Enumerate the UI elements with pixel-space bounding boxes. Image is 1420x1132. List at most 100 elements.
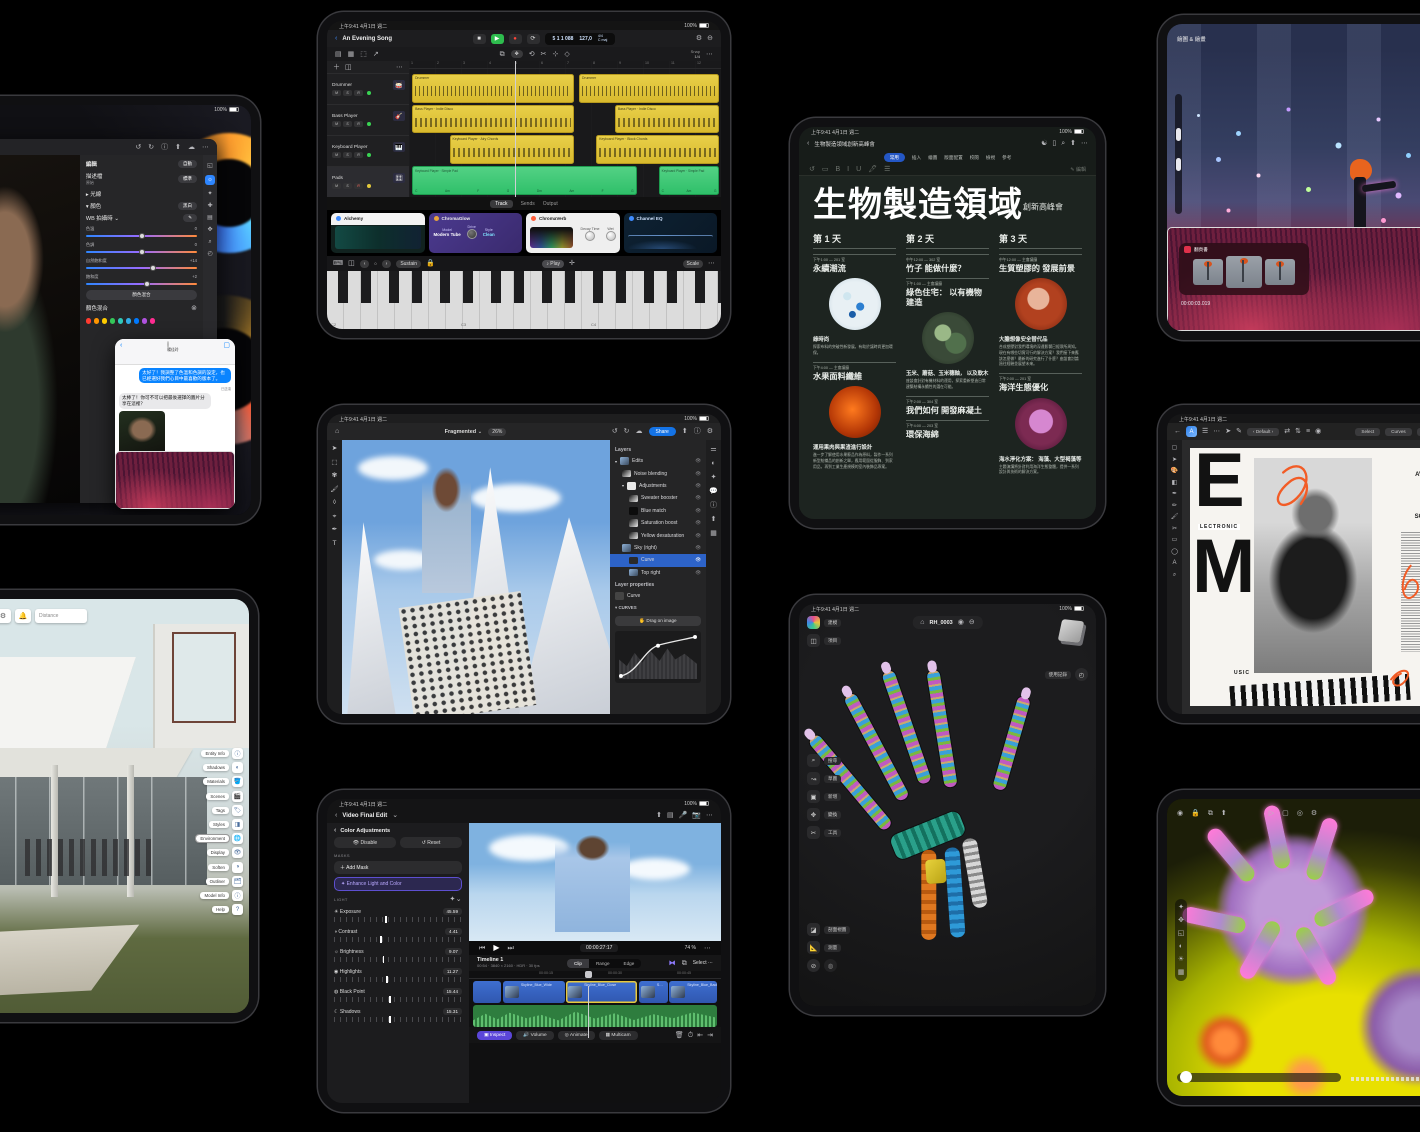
measure[interactable]: 📐測量	[807, 941, 850, 954]
tracks-view-icon[interactable]: ▤	[335, 51, 342, 58]
select-tool-icon[interactable]: ▢	[1172, 445, 1178, 451]
clip[interactable]: Skyline_Blue_Wide	[503, 981, 565, 1003]
crop-icon[interactable]: ◱	[1178, 930, 1185, 937]
eye-icon[interactable]: 👁	[695, 570, 701, 576]
color-section[interactable]: ▾ 顏色黑白	[86, 202, 197, 210]
copy-icon[interactable]: ⧉	[500, 51, 505, 58]
tab-references[interactable]: 參考	[1002, 155, 1011, 161]
multicam-button[interactable]: ▦ Multicam	[599, 1031, 638, 1040]
grid-icon[interactable]: ▦	[710, 530, 717, 537]
plugin-channeleq[interactable]: Channel EQ	[624, 213, 718, 253]
select-menu[interactable]: Select ⋯	[693, 960, 713, 966]
color-mix-row[interactable]: 顏色混合⊗	[86, 304, 197, 312]
share-icon[interactable]: ⬆	[1221, 810, 1227, 817]
tab-view[interactable]: 檢視	[986, 155, 995, 161]
notifications-icon[interactable]: 🔔	[15, 609, 31, 623]
record-button[interactable]: ●	[509, 34, 522, 44]
canvas-area[interactable]: E LECTRONIC M USIC AV SC	[1182, 440, 1420, 714]
eye-icon[interactable]: 👁	[695, 508, 701, 514]
bold-icon[interactable]: B	[836, 166, 841, 173]
slider-exposure[interactable]: ☀ Exposure45.59	[334, 906, 462, 923]
type-tool-icon[interactable]: T	[333, 541, 337, 548]
video-preview[interactable]	[469, 823, 721, 941]
more-icon[interactable]: ⋯	[708, 260, 715, 267]
section-view[interactable]: ◪剖面視圖	[807, 923, 850, 936]
document-name[interactable]: Fragmented ⌄	[445, 429, 483, 435]
chevron-down-icon[interactable]: ⌄	[392, 812, 398, 819]
pen-tool-icon[interactable]: ✒	[332, 527, 337, 534]
tab-home[interactable]: 常用	[884, 153, 905, 162]
panel-model-info[interactable]: Model Infoⓘ	[200, 890, 243, 901]
property-row[interactable]: Curve	[610, 590, 706, 602]
photo-canvas[interactable]	[0, 155, 80, 503]
track-row-drummer[interactable]: DrummerMSR🥁	[327, 73, 409, 104]
frame-thumbnail-current[interactable]	[1226, 256, 1262, 288]
play-icon[interactable]: ▷	[1269, 810, 1274, 817]
slider-shadows[interactable]: ☾ Shadows15.31	[334, 1006, 462, 1023]
plugin-alchemy[interactable]: Alchemy	[331, 213, 425, 253]
redo-icon[interactable]: ↻	[148, 144, 154, 151]
move-tool-icon[interactable]: ➤	[332, 446, 337, 453]
tool-add[interactable]: ▣新增	[807, 790, 841, 803]
settings-icon[interactable]: ⚙	[0, 609, 11, 623]
track-options-icon[interactable]: ◫	[345, 64, 352, 71]
wand-icon[interactable]: ✦	[1178, 904, 1184, 911]
panel-outliner[interactable]: Outliner🗂	[206, 876, 243, 887]
glue-icon[interactable]: ⊹	[553, 51, 559, 58]
ellipse-tool-icon[interactable]: ◯	[1171, 549, 1178, 555]
piano-keyboard[interactable]: C2 C3 C4	[327, 271, 721, 329]
layer-row[interactable]: Sky (right)👁	[610, 542, 706, 554]
history-icon[interactable]: ◴	[207, 251, 212, 257]
more-icon[interactable]: ⋯	[706, 51, 713, 58]
layer-row[interactable]: ▾Edits👁	[610, 455, 706, 467]
auto-button[interactable]: 自動	[178, 160, 197, 168]
region[interactable]: Keyboard Player · Airy Chords	[450, 135, 575, 164]
tool-search[interactable]: ⌕搜尋	[807, 754, 841, 767]
tool-utilities[interactable]: ✂工具	[807, 826, 841, 839]
move-icon[interactable]: ✥	[1178, 917, 1184, 924]
chromaverb-wet[interactable]: Wet	[606, 227, 616, 242]
snap-setting[interactable]: Snap1/4	[691, 49, 700, 59]
arrow-icon[interactable]: ✛	[569, 260, 575, 267]
track-row-keys[interactable]: Keyboard PlayerMSR🎹	[327, 135, 409, 166]
comment-icon[interactable]: 💬	[709, 488, 718, 495]
edit-mode-segments[interactable]: ClipRangeEdge	[567, 959, 641, 968]
tab-draw[interactable]: 繪圖	[928, 155, 937, 161]
cursor-icon[interactable]: ➤	[1225, 428, 1231, 435]
tab-sends[interactable]: Sends	[521, 201, 535, 207]
white-balance-row[interactable]: WB 拍攝時 ⌄✎	[86, 214, 197, 222]
edit-mode-button[interactable]: ✎ 編輯	[1070, 166, 1086, 173]
layers-icon[interactable]: ▤	[207, 215, 213, 221]
hand-icon[interactable]: ✥	[207, 227, 212, 233]
filters-icon[interactable]: ✦	[207, 191, 212, 197]
eye-icon[interactable]: 👁	[695, 545, 701, 551]
nav-modeling[interactable]: 建模	[807, 616, 841, 629]
eye-icon[interactable]: 👁	[695, 495, 701, 501]
help-icon[interactable]: ⓘ	[694, 428, 701, 435]
align-icon[interactable]: ☰	[884, 166, 890, 173]
align-icon[interactable]: ≡	[1306, 428, 1310, 435]
layer-row[interactable]: Saturation boost👁	[610, 517, 706, 529]
frame-icon[interactable]: ▢	[1282, 810, 1289, 817]
drag-on-image-button[interactable]: 🖐 Drag on image	[615, 616, 701, 626]
flip-h-icon[interactable]: ⇄	[1284, 428, 1290, 435]
speed-icon[interactable]: ⏱	[688, 1032, 693, 1039]
panel-entity-info[interactable]: Entity Infoⓘ	[201, 748, 243, 759]
underline-icon[interactable]: U	[856, 166, 861, 173]
clip[interactable]: Skyline_Blue_Background	[669, 981, 717, 1003]
share-button[interactable]: Share	[649, 427, 676, 436]
connect-icon[interactable]: ⧓	[669, 960, 676, 967]
panel-shadows[interactable]: Shadows◐	[203, 762, 243, 773]
octave-up[interactable]: ›	[382, 260, 392, 268]
layer-row[interactable]: Sweater booster👁	[610, 492, 706, 504]
zoom-level[interactable]: 26%	[488, 428, 506, 436]
tool-mode[interactable]: ✥	[511, 50, 523, 58]
chromaverb-decay[interactable]: Decay Time	[581, 227, 600, 242]
playhead-handle[interactable]	[585, 971, 592, 978]
preset-select[interactable]: ‹ Default ›	[1247, 428, 1279, 436]
project-title[interactable]: An Evening Song	[342, 36, 392, 42]
slider-highlights[interactable]: ◉ Highlights11.27	[334, 966, 462, 983]
pencil-tool-icon[interactable]: ↗	[373, 51, 379, 58]
help-icon[interactable]: ⊖	[707, 35, 713, 42]
repair-icon[interactable]: ✚	[207, 203, 212, 209]
